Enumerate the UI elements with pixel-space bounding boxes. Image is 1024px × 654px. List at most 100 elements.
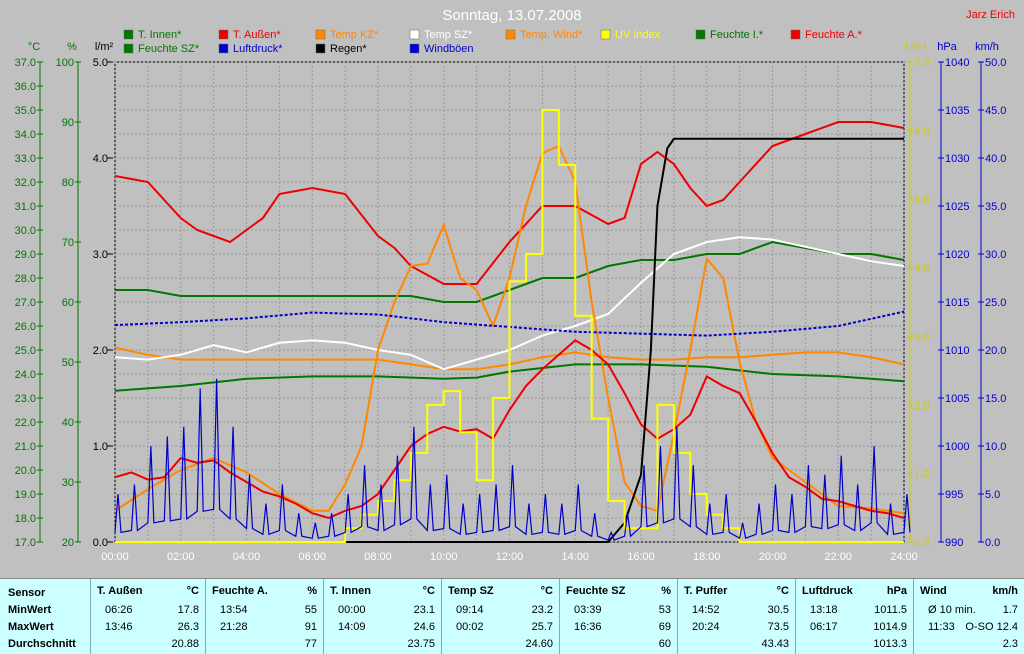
pressure_hpa-tick-label: 1005 — [945, 393, 969, 405]
x-tick-label: 06:00 — [298, 551, 326, 563]
uv-tick-label: 0.0 — [914, 537, 929, 549]
stats-max-value: O-SO 12.4 — [965, 621, 1018, 633]
legend-swatch — [695, 29, 706, 40]
x-tick-label: 16:00 — [627, 551, 655, 563]
stats-min-time: 13:54 — [220, 604, 248, 616]
temp_c-tick-label: 33.0 — [15, 153, 36, 165]
wind_kmh-tick-label: 50.0 — [985, 57, 1006, 69]
rain_lm2-tick-label: 3.0 — [93, 249, 108, 261]
stats-min-time: 09:14 — [456, 604, 484, 616]
stats-unit: °C — [540, 585, 553, 597]
temp_c-tick-label: 26.0 — [15, 321, 36, 333]
x-tick-label: 18:00 — [693, 551, 721, 563]
legend-swatch — [600, 29, 611, 40]
weather-chart: 00:00 02:00 04:00 06:00 08:00 10:00 12:00 14:00… — [0, 0, 1024, 578]
temp_c-tick-label: 20.0 — [15, 465, 36, 477]
humidity_pct-tick-label: 100 — [56, 57, 74, 69]
stats-avg-value: 23.75 — [407, 638, 435, 650]
stats-max-time: 21:28 — [220, 621, 248, 633]
stats-min-time: 03:39 — [574, 604, 602, 616]
stats-max-time: 11:33 — [928, 621, 955, 633]
stats-max-value: 91 — [304, 621, 317, 633]
stats-sensor-name: T. Puffer — [684, 585, 728, 597]
stats-avg-value: 24.60 — [525, 638, 553, 650]
wind_kmh-tick-label: 45.0 — [985, 105, 1006, 117]
stats-unit: % — [307, 585, 317, 597]
stats-avg-value: 20.88 — [171, 638, 199, 650]
x-tick-label: 12:00 — [496, 551, 524, 563]
stats-column: T. Außen °C 06:26 17.8 13:46 26.3 20.88 — [90, 579, 205, 654]
temp_c-tick-label: 29.0 — [15, 249, 36, 261]
stats-max-value: 24.6 — [413, 621, 435, 633]
pressure_hpa-tick-label: 995 — [945, 489, 963, 501]
legend-swatch — [315, 43, 326, 54]
rain_lm2-tick-label: 4.0 — [93, 153, 108, 165]
rain_lm2-tick-label: 1.0 — [93, 441, 108, 453]
uv-tick-label: 2.0 — [914, 400, 929, 412]
rain_lm2-tick-label: 0.0 — [93, 537, 108, 549]
x-tick-label: 04:00 — [233, 551, 261, 563]
uv-tick-label: 7.0 — [914, 57, 929, 69]
wind_kmh-axis-unit: km/h — [975, 41, 999, 53]
stats-column: Feuchte SZ% 03:39 53 16:36 69 60 — [559, 579, 677, 654]
wind_kmh-tick-label: 0.0 — [985, 537, 1000, 549]
legend-label: T. Außen* — [233, 29, 281, 41]
legend-swatch — [218, 43, 229, 54]
stats-min-time: 06:26 — [105, 604, 133, 616]
legend-swatch — [505, 29, 516, 40]
stats-min-time: Ø 10 min. — [928, 604, 976, 616]
humidity_pct-tick-label: 30 — [62, 477, 74, 489]
stats-min-value: 23.1 — [413, 604, 435, 616]
temp_c-tick-label: 34.0 — [15, 129, 36, 141]
stats-avg-value: 2.3 — [1002, 638, 1018, 650]
stats-min-value: 17.8 — [177, 604, 199, 616]
wind_kmh-tick-label: 25.0 — [985, 297, 1006, 309]
stats-unit: % — [661, 585, 671, 597]
temp_c-tick-label: 37.0 — [15, 57, 36, 69]
stats-sensor-name: Wind — [920, 585, 947, 597]
pressure_hpa-tick-label: 990 — [945, 537, 963, 549]
x-tick-label: 10:00 — [430, 551, 458, 563]
stats-max-time: 16:36 — [574, 621, 602, 633]
stats-min-value: 23.2 — [531, 604, 553, 616]
legend-swatch — [409, 43, 420, 54]
x-tick-label: 02:00 — [167, 551, 195, 563]
pressure_hpa-tick-label: 1000 — [945, 441, 969, 453]
stats-max-value: 25.7 — [531, 621, 553, 633]
stats-avg-value: 1013.3 — [873, 638, 907, 650]
humidity_pct-tick-label: 70 — [62, 237, 74, 249]
pressure_hpa-axis-unit: hPa — [937, 41, 957, 53]
wind_kmh-tick-label: 20.0 — [985, 345, 1006, 357]
legend-label: Temp SZ* — [424, 29, 473, 41]
author-label: Jarz Erich — [966, 9, 1015, 21]
temp_c-tick-label: 18.0 — [15, 513, 36, 525]
stats-max-value: 69 — [658, 621, 671, 633]
legend-label: Temp KZ* — [330, 29, 379, 41]
stats-unit: km/h — [992, 585, 1018, 597]
pressure_hpa-tick-label: 1035 — [945, 105, 969, 117]
humidity_pct-tick-label: 20 — [62, 537, 74, 549]
stats-max-time: 06:17 — [810, 621, 838, 633]
stats-column: Luftdruck hPa 13:18 1011.5 06:17 1014.9 1013.3 — [795, 579, 913, 654]
temp_c-tick-label: 31.0 — [15, 201, 36, 213]
uv-tick-label: 3.0 — [914, 331, 929, 343]
rain_lm2-axis-unit: l/m² — [95, 41, 114, 53]
legend-swatch — [409, 29, 420, 40]
stats-column: T. Innen °C 00:00 23.1 14:09 24.6 23.75 — [323, 579, 441, 654]
x-tick-label: 14:00 — [561, 551, 589, 563]
stats-min-time: 00:00 — [338, 604, 366, 616]
stats-max-value: 26.3 — [177, 621, 199, 633]
stats-unit: °C — [186, 585, 199, 597]
stats-sensor-name: Temp SZ — [448, 585, 494, 597]
temp_c-tick-label: 24.0 — [15, 369, 36, 381]
legend-label: Feuchte A.* — [805, 29, 863, 41]
legend-label: Feuchte SZ* — [138, 43, 200, 55]
stats-sensor-name: T. Innen — [330, 585, 371, 597]
stats-min-value: 1.7 — [1002, 604, 1018, 616]
stats-sensor-name: T. Außen — [97, 585, 143, 597]
uv-tick-label: 6.0 — [914, 126, 929, 138]
pressure_hpa-tick-label: 1020 — [945, 249, 969, 261]
row-label-max: MaxWert — [8, 621, 54, 633]
stats-min-time: 14:52 — [692, 604, 720, 616]
statistics-table: Sensor MinWert MaxWert Durchschnitt T. A… — [0, 578, 1024, 654]
